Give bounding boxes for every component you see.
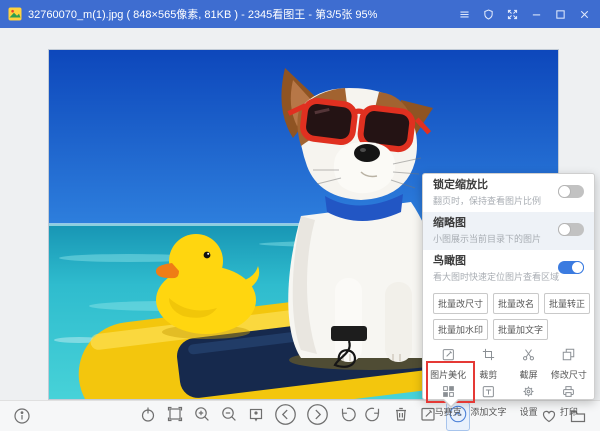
toggle-row-lock-zoom: 锁定缩放比 翻页时，保持查看图片比例 xyxy=(423,174,594,212)
tool-add-text[interactable]: 添加文字 xyxy=(468,382,508,419)
resize-icon xyxy=(561,347,576,367)
batch-add-text-button[interactable]: 批量加文字 xyxy=(493,319,549,340)
zoom-out-icon xyxy=(220,405,238,428)
maximize-button[interactable] xyxy=(552,6,568,22)
fit-window-button[interactable] xyxy=(166,405,184,428)
toggle-row-birdseye: 鸟瞰图 看大图时快速定位图片查看区域 xyxy=(423,250,594,288)
mouse-drag-icon xyxy=(139,405,157,428)
batch-buttons-row-2: 批量加水印 批量加文字 xyxy=(423,314,594,340)
chevron-right-icon xyxy=(306,403,329,431)
tool-label: 打印 xyxy=(559,407,578,417)
rotate-right-button[interactable] xyxy=(365,405,383,428)
crop-icon xyxy=(481,347,496,367)
zoom-out-button[interactable] xyxy=(220,405,238,428)
rotate-left-icon xyxy=(338,405,356,428)
printer-icon xyxy=(561,384,576,404)
tool-settings[interactable]: 设置 xyxy=(509,382,549,419)
menu-icon[interactable] xyxy=(456,6,472,22)
chevron-left-icon xyxy=(274,403,297,431)
info-button[interactable] xyxy=(13,407,31,430)
batch-buttons-row-1: 批量改尺寸 批量改名 批量转正 xyxy=(423,288,594,314)
rotate-left-button[interactable] xyxy=(338,405,356,428)
title-bar: 32760070_m(1).jpg ( 848×565像素, 81KB ) - … xyxy=(0,0,600,28)
zoom-in-icon xyxy=(193,405,211,428)
delete-button[interactable] xyxy=(392,405,410,428)
rotate-right-icon xyxy=(365,405,383,428)
add-text-icon xyxy=(481,384,496,404)
prev-image-button[interactable] xyxy=(274,403,297,431)
next-image-button[interactable] xyxy=(306,403,329,431)
toggle-row-thumbnail: 缩略图 小图展示当前目录下的图片 xyxy=(423,212,594,250)
tool-label: 添加文字 xyxy=(470,407,507,417)
gear-icon xyxy=(521,384,536,404)
image-viewer-window: 32760070_m(1).jpg ( 848×565像素, 81KB ) - … xyxy=(0,0,600,431)
birdseye-toggle[interactable] xyxy=(558,261,584,274)
tool-beautify[interactable]: 图片美化 xyxy=(428,345,468,382)
beautify-icon xyxy=(441,347,456,367)
tool-label: 修改尺寸 xyxy=(550,370,587,380)
tool-resize[interactable]: 修改尺寸 xyxy=(549,345,589,382)
batch-watermark-button[interactable]: 批量加水印 xyxy=(433,319,489,340)
app-logo-icon xyxy=(8,7,22,21)
window-title: 32760070_m(1).jpg ( 848×565像素, 81KB ) - … xyxy=(28,9,378,21)
tool-label: 裁剪 xyxy=(479,370,498,380)
tool-label: 图片美化 xyxy=(430,370,467,380)
close-button[interactable] xyxy=(576,6,592,22)
fit-window-icon xyxy=(166,405,184,428)
scissors-icon xyxy=(521,347,536,367)
actual-size-icon xyxy=(247,405,265,428)
zoom-in-button[interactable] xyxy=(193,405,211,428)
batch-rename-button[interactable]: 批量改名 xyxy=(493,293,540,314)
tool-print[interactable]: 打印 xyxy=(549,382,589,419)
fullscreen-icon[interactable] xyxy=(504,6,520,22)
info-icon xyxy=(13,407,31,430)
batch-resize-button[interactable]: 批量改尺寸 xyxy=(433,293,489,314)
tool-crop[interactable]: 裁剪 xyxy=(468,345,508,382)
thumbnail-toggle[interactable] xyxy=(558,223,584,236)
actual-size-button[interactable] xyxy=(247,405,265,428)
view-settings-popup: 锁定缩放比 翻页时，保持查看图片比例 缩略图 小图展示当前目录下的图片 鸟瞰图 … xyxy=(422,173,595,417)
trash-icon xyxy=(392,405,410,428)
minimize-button[interactable] xyxy=(528,6,544,22)
batch-rotate-button[interactable]: 批量转正 xyxy=(544,293,591,314)
tool-screenshot[interactable]: 截屏 xyxy=(509,345,549,382)
skin-icon[interactable] xyxy=(480,6,496,22)
lock-zoom-toggle[interactable] xyxy=(558,185,584,198)
tool-label: 截屏 xyxy=(519,370,538,380)
pan-button[interactable] xyxy=(139,405,157,428)
tool-label: 设置 xyxy=(519,407,538,417)
